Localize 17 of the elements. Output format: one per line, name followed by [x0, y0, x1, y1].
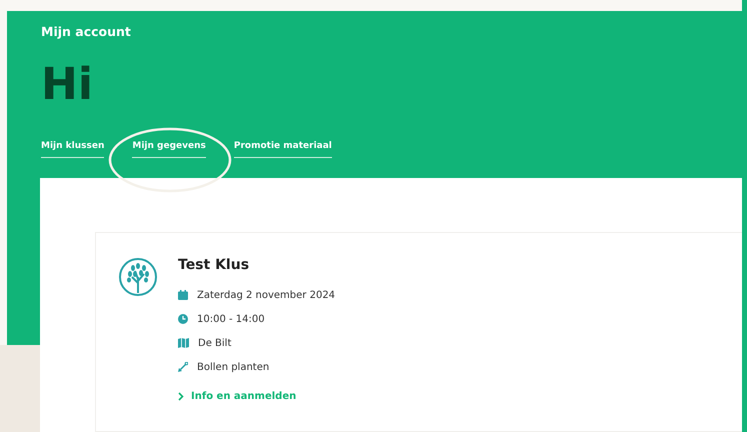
info-link[interactable]: Info en aanmelden	[178, 391, 336, 402]
calendar-icon	[178, 290, 188, 300]
shovel-icon	[178, 362, 188, 372]
page-subtitle: Mijn account	[41, 24, 132, 39]
job-detail: 10:00 - 14:00	[197, 314, 265, 324]
job-detail: Bollen planten	[197, 362, 270, 372]
tree-icon	[118, 257, 158, 297]
greeting-heading: Hi	[41, 63, 94, 107]
map-icon	[178, 338, 189, 348]
chevron-icon	[178, 392, 184, 401]
nav-tab[interactable]: Mijn klussen	[41, 141, 104, 158]
job-detail: Zaterdag 2 november 2024	[197, 290, 336, 300]
nav-tab[interactable]: Mijn gegevens	[132, 141, 206, 158]
nav-tab[interactable]: Promotie materiaal	[234, 141, 332, 158]
job-detail: De Bilt	[198, 338, 232, 348]
job-title: Test Klus	[178, 257, 250, 273]
clock-icon	[178, 314, 188, 324]
